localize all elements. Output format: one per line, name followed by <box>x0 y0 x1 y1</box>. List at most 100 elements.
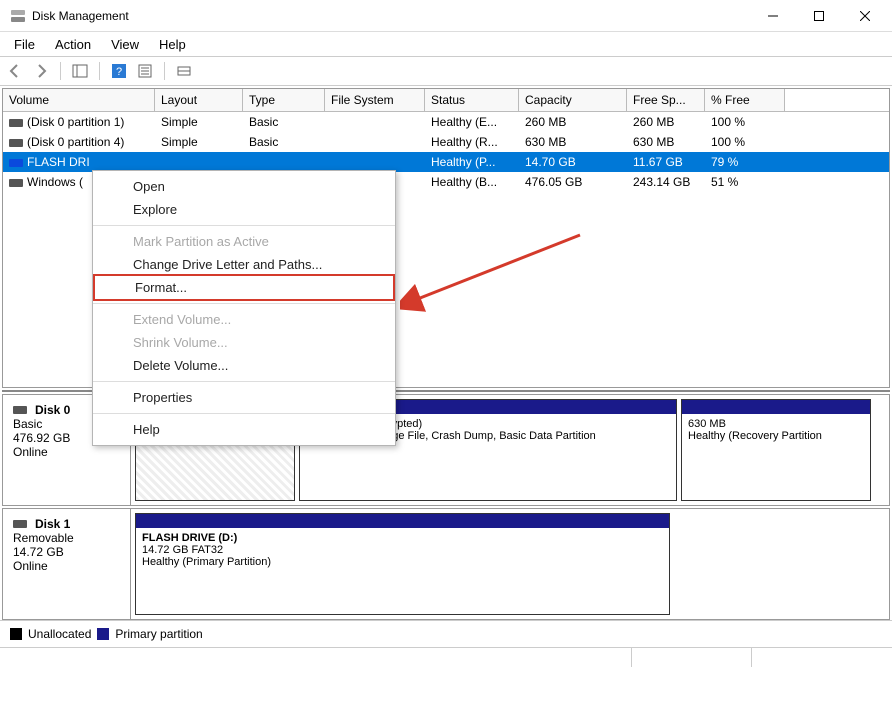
menu-explore[interactable]: Explore <box>93 198 395 221</box>
window-controls <box>750 0 888 32</box>
cell-capacity: 14.70 GB <box>519 154 627 170</box>
cell-free: 11.67 GB <box>627 154 705 170</box>
cell-volume: FLASH DRI <box>27 155 90 169</box>
menu-action[interactable]: Action <box>45 35 101 54</box>
menu-file[interactable]: File <box>4 35 45 54</box>
cell-type: Basic <box>243 134 325 150</box>
window-title: Disk Management <box>32 9 750 23</box>
cell-status: Healthy (B... <box>425 174 519 190</box>
menu-help[interactable]: Help <box>93 418 395 441</box>
cell-free: 630 MB <box>627 134 705 150</box>
col-volume[interactable]: Volume <box>3 89 155 111</box>
cell-status: Healthy (R... <box>425 134 519 150</box>
help-button[interactable]: ? <box>108 60 130 82</box>
toolbar: ? <box>0 56 892 86</box>
vol-line3: Healthy (Primary Partition) <box>142 556 663 568</box>
volume-box[interactable]: 630 MB Healthy (Recovery Partition <box>681 399 871 501</box>
legend-primary: Primary partition <box>115 627 202 641</box>
disk-size: 14.72 GB <box>13 545 120 559</box>
disk-info[interactable]: Disk 1 Removable 14.72 GB Online <box>3 509 131 619</box>
cell-pct: 51 % <box>705 174 785 190</box>
volume-header-bar <box>136 514 669 528</box>
back-button[interactable] <box>4 60 26 82</box>
menu-shrink-volume: Shrink Volume... <box>93 331 395 354</box>
volume-box[interactable]: FLASH DRIVE (D:) 14.72 GB FAT32 Healthy … <box>135 513 670 615</box>
cell-status: Healthy (E... <box>425 114 519 130</box>
volume-icon <box>9 139 23 147</box>
vol-line2: 14.72 GB FAT32 <box>142 544 663 556</box>
status-cell <box>752 648 892 667</box>
disk-state: Online <box>13 559 120 573</box>
table-header: Volume Layout Type File System Status Ca… <box>3 89 889 112</box>
menu-separator <box>93 303 395 304</box>
col-capacity[interactable]: Capacity <box>519 89 627 111</box>
show-hide-tree-button[interactable] <box>69 60 91 82</box>
cell-capacity: 476.05 GB <box>519 174 627 190</box>
vol-line3: Healthy (Recovery Partition <box>688 430 864 442</box>
cell-layout: Simple <box>155 134 243 150</box>
cell-fs <box>325 154 425 170</box>
menu-delete-volume[interactable]: Delete Volume... <box>93 354 395 377</box>
toolbar-separator <box>164 62 165 80</box>
disk-state: Online <box>13 445 120 459</box>
close-button[interactable] <box>842 0 888 32</box>
menu-separator <box>93 413 395 414</box>
cell-fs <box>325 114 425 130</box>
legend-unallocated: Unallocated <box>28 627 91 641</box>
menu-bar: File Action View Help <box>0 32 892 56</box>
table-row-selected[interactable]: FLASH DRI Healthy (P... 14.70 GB 11.67 G… <box>3 152 889 172</box>
menu-view[interactable]: View <box>101 35 149 54</box>
disk-icon <box>13 406 27 414</box>
disk-name: Disk 0 <box>35 403 70 417</box>
cell-fs <box>325 134 425 150</box>
status-cell <box>0 648 632 667</box>
cell-free: 243.14 GB <box>627 174 705 190</box>
vol-line1: FLASH DRIVE (D:) <box>142 532 663 544</box>
col-free[interactable]: Free Sp... <box>627 89 705 111</box>
table-row[interactable]: (Disk 0 partition 4) Simple Basic Health… <box>3 132 889 152</box>
col-filesystem[interactable]: File System <box>325 89 425 111</box>
disk-layout: FLASH DRIVE (D:) 14.72 GB FAT32 Healthy … <box>131 509 889 619</box>
col-layout[interactable]: Layout <box>155 89 243 111</box>
menu-open[interactable]: Open <box>93 175 395 198</box>
legend-swatch-unallocated <box>10 628 22 640</box>
col-pctfree[interactable]: % Free <box>705 89 785 111</box>
menu-extend-volume: Extend Volume... <box>93 308 395 331</box>
list-button[interactable] <box>173 60 195 82</box>
col-type[interactable]: Type <box>243 89 325 111</box>
cell-layout: Simple <box>155 114 243 130</box>
cell-pct: 100 % <box>705 114 785 130</box>
cell-type: Basic <box>243 114 325 130</box>
disk-type: Removable <box>13 531 120 545</box>
table-row[interactable]: (Disk 0 partition 1) Simple Basic Health… <box>3 112 889 132</box>
volume-header-bar <box>682 400 870 414</box>
properties-button[interactable] <box>134 60 156 82</box>
disk-panel-1: Disk 1 Removable 14.72 GB Online FLASH D… <box>2 508 890 620</box>
col-status[interactable]: Status <box>425 89 519 111</box>
forward-button[interactable] <box>30 60 52 82</box>
minimize-button[interactable] <box>750 0 796 32</box>
toolbar-separator <box>99 62 100 80</box>
status-bar <box>0 647 892 667</box>
volume-icon <box>9 119 23 127</box>
volume-icon <box>9 179 23 187</box>
menu-change-drive-letter[interactable]: Change Drive Letter and Paths... <box>93 253 395 276</box>
vol-line2: 630 MB <box>688 418 864 430</box>
legend: Unallocated Primary partition <box>0 620 892 647</box>
status-cell <box>632 648 752 667</box>
maximize-button[interactable] <box>796 0 842 32</box>
volume-icon <box>9 159 23 167</box>
cell-capacity: 260 MB <box>519 114 627 130</box>
menu-mark-active: Mark Partition as Active <box>93 230 395 253</box>
cell-free: 260 MB <box>627 114 705 130</box>
cell-pct: 100 % <box>705 134 785 150</box>
disk-name: Disk 1 <box>35 517 70 531</box>
cell-layout <box>155 154 243 170</box>
menu-properties[interactable]: Properties <box>93 386 395 409</box>
cell-status: Healthy (P... <box>425 154 519 170</box>
menu-separator <box>93 381 395 382</box>
toolbar-separator <box>60 62 61 80</box>
menu-format[interactable]: Format... <box>93 274 395 301</box>
cell-volume: (Disk 0 partition 4) <box>27 135 124 149</box>
menu-help[interactable]: Help <box>149 35 196 54</box>
